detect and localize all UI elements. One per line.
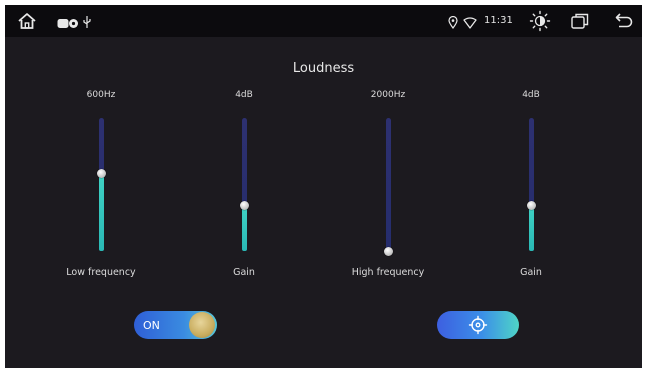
page-title: Loudness (292, 61, 355, 76)
slider-value-high-frequency: 2000Hz (370, 90, 406, 100)
location-icon (448, 14, 458, 30)
home-icon[interactable] (17, 11, 37, 31)
slider-high-frequency[interactable] (383, 118, 393, 256)
slider-knob[interactable] (383, 246, 393, 256)
slider-high-gain[interactable] (526, 118, 536, 251)
slider-value-low-gain: 4dB (235, 90, 253, 100)
toggle-thumb (189, 312, 215, 338)
slider-fill (98, 173, 104, 251)
clock-time: 11:31 (484, 15, 513, 26)
loudness-toggle[interactable]: ON (134, 311, 217, 339)
back-icon[interactable] (615, 12, 633, 30)
slider-label-high-frequency: High frequency (351, 267, 425, 278)
slider-value-low-frequency: 600Hz (86, 90, 116, 100)
slider-low-gain[interactable] (239, 118, 249, 251)
slider-low-frequency[interactable] (96, 118, 106, 251)
center-reset-button[interactable] (437, 311, 519, 339)
toggle-label: ON (143, 319, 160, 332)
wifi-icon (463, 14, 477, 29)
slider-label-high-gain: Gain (520, 267, 542, 278)
slider-fill (241, 205, 247, 251)
slider-fill (528, 205, 534, 251)
media-indicator-icon (57, 15, 79, 28)
recent-apps-icon[interactable] (571, 13, 589, 29)
slider-value-high-gain: 4dB (522, 90, 540, 100)
loudness-screen: 11:31 Loudness 600Hz Low frequency 4dB G… (5, 5, 642, 368)
usb-icon (82, 14, 92, 28)
target-icon (468, 315, 488, 335)
slider-label-low-gain: Gain (233, 267, 255, 278)
slider-knob[interactable] (96, 169, 106, 179)
slider-label-low-frequency: Low frequency (66, 267, 136, 278)
brightness-icon[interactable] (529, 10, 551, 32)
slider-knob[interactable] (239, 201, 249, 211)
status-bar: 11:31 (5, 5, 642, 37)
slider-knob[interactable] (526, 201, 536, 211)
